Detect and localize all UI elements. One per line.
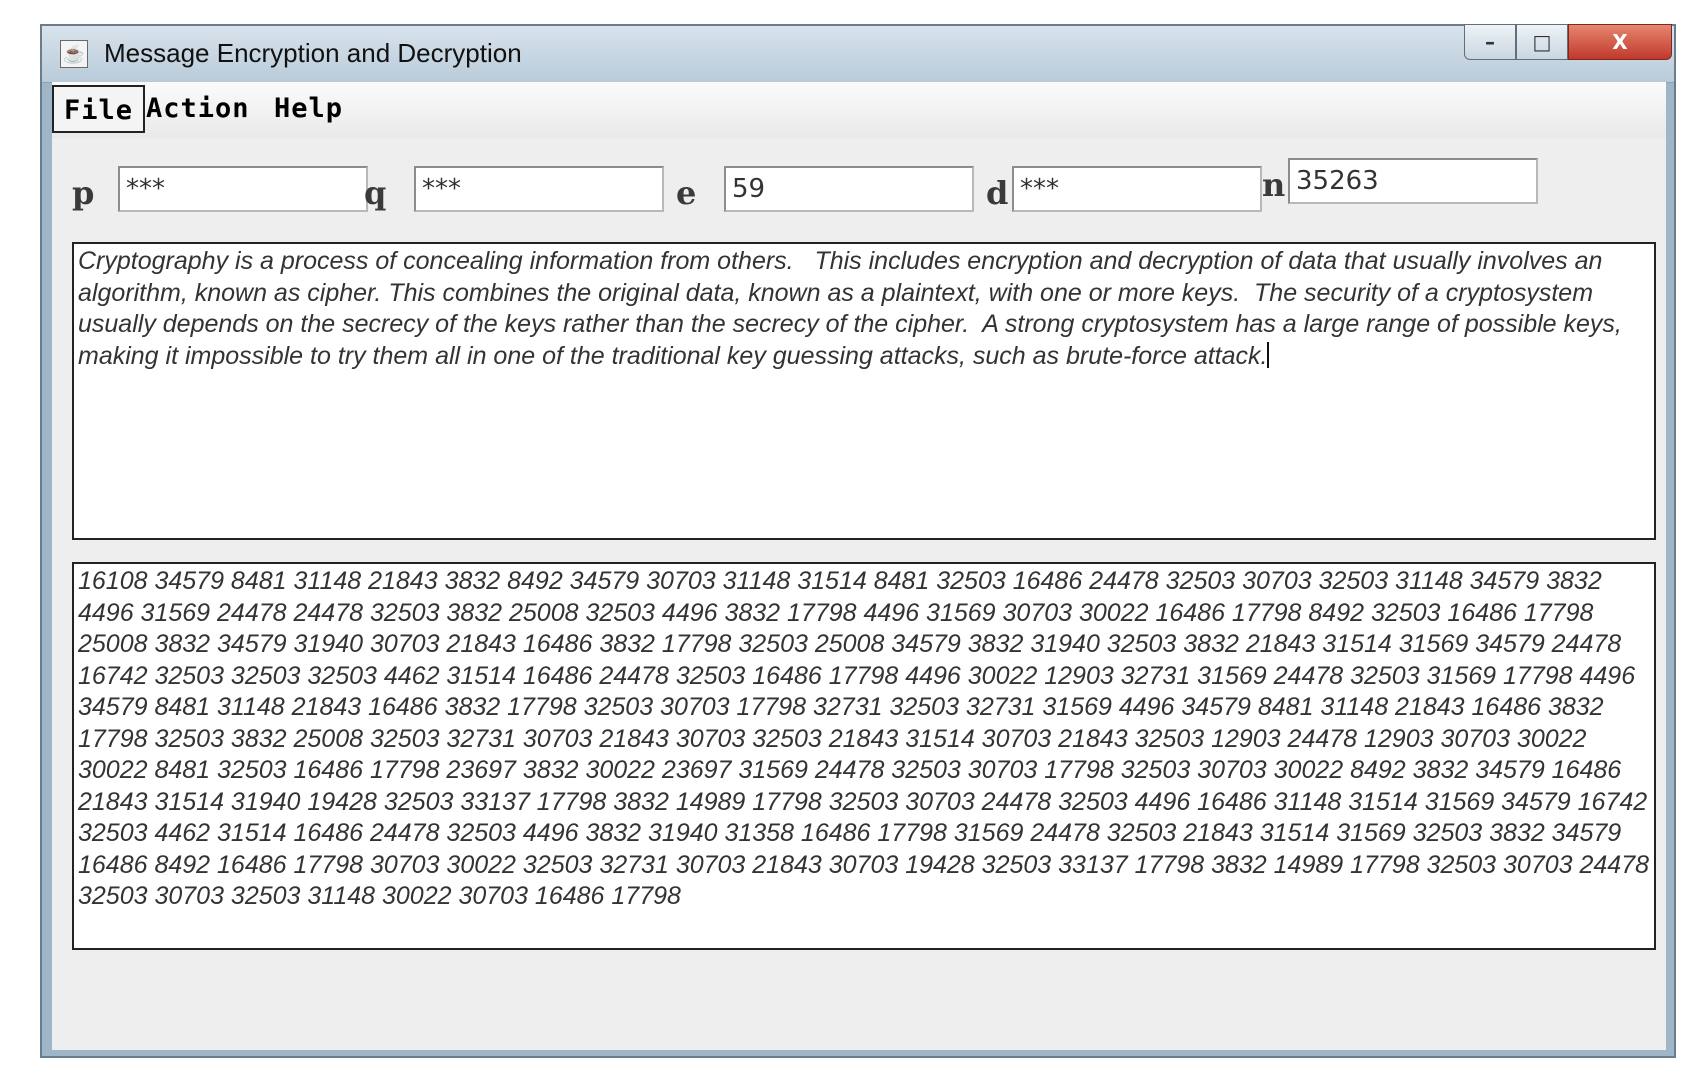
ciphertext-content: 16108 34579 8481 31148 21843 3832 8492 3… [78,567,1656,910]
window-title: Message Encryption and Decryption [104,38,522,68]
p-field[interactable] [118,166,368,212]
plaintext-area[interactable]: Cryptography is a process of concealing … [72,242,1656,540]
window-controls: – □ X [1464,24,1672,62]
minimize-button[interactable]: – [1464,24,1516,60]
maximize-button[interactable]: □ [1516,24,1568,60]
e-label: e [676,174,697,212]
main-panel: p q e d n Cryptography is a process of c… [52,138,1666,1050]
text-caret [1267,341,1270,368]
q-label: q [364,174,387,212]
app-window: ☕ Message Encryption and Decryption – □ … [40,24,1676,1058]
plaintext-content: Cryptography is a process of concealing … [78,247,1629,370]
d-label: d [986,174,1009,212]
n-label: n [1262,166,1286,204]
n-field[interactable] [1288,158,1538,204]
java-app-icon: ☕ [60,40,88,68]
p-label: p [72,174,95,212]
e-field[interactable] [724,166,974,212]
menu-action[interactable]: Action [136,85,260,133]
ciphertext-area[interactable]: 16108 34579 8481 31148 21843 3832 8492 3… [72,562,1656,950]
title-bar[interactable]: ☕ Message Encryption and Decryption – □ … [42,24,1674,83]
menu-help[interactable]: Help [264,85,353,133]
d-field[interactable] [1012,166,1262,212]
menu-bar: File Action Help [52,82,1666,139]
q-field[interactable] [414,166,664,212]
menu-file[interactable]: File [52,85,146,133]
close-button[interactable]: X [1568,24,1672,60]
